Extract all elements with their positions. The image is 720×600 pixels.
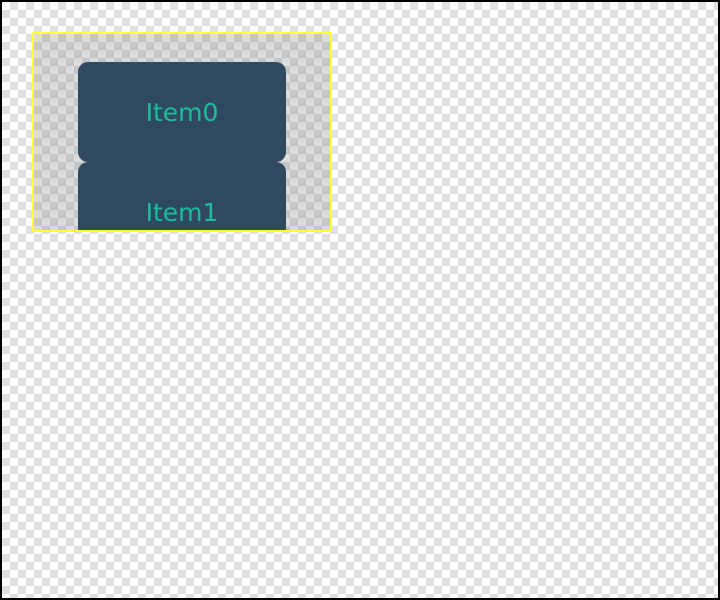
- scroll-list-viewport[interactable]: Item0 Item1: [32, 32, 332, 232]
- list-item[interactable]: Item0: [78, 62, 286, 162]
- list-item[interactable]: Item1: [78, 162, 286, 230]
- canvas-frame: Item0 Item1: [0, 0, 720, 600]
